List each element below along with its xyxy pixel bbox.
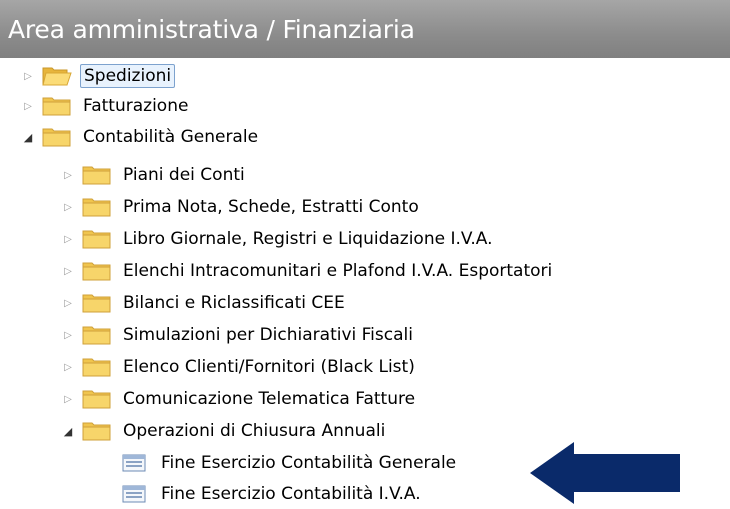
- tree-item-label: Bilanci e Riclassificati CEE: [123, 293, 345, 313]
- tree-item-label: Piani dei Conti: [123, 165, 245, 185]
- folder-icon: [82, 324, 112, 346]
- tree-item-prima-nota[interactable]: ▷ Prima Nota, Schede, Estratti Conto: [60, 192, 422, 222]
- tree-item-label: Elenco Clienti/Fornitori (Black List): [123, 357, 415, 377]
- expand-arrow-icon[interactable]: ▷: [60, 391, 76, 407]
- form-icon: [122, 484, 146, 504]
- collapse-arrow-icon[interactable]: ◢: [60, 423, 76, 439]
- tree-item-label: Comunicazione Telematica Fatture: [123, 389, 416, 409]
- tree-item-libro-giornale[interactable]: ▷ Libro Giornale, Registri e Liquidazion…: [60, 224, 495, 254]
- folder-icon: [82, 292, 112, 314]
- folder-icon: [82, 388, 112, 410]
- expand-arrow-icon[interactable]: ▷: [60, 295, 76, 311]
- navigation-tree: ▷ Spedizioni ▷ Fatturazione ◢ Contabilit: [0, 0, 730, 508]
- tree-item-operazioni-chiusura[interactable]: ◢ Operazioni di Chiusura Annuali: [60, 416, 388, 446]
- expand-arrow-icon[interactable]: ▷: [60, 231, 76, 247]
- tree-item-label: Fine Esercizio Contabilità Generale: [161, 453, 457, 473]
- tree-item-label: Fatturazione: [83, 96, 189, 116]
- tree-item-piani-dei-conti[interactable]: ▷ Piani dei Conti: [60, 160, 248, 190]
- expand-arrow-icon[interactable]: ▷: [60, 327, 76, 343]
- tree-item-contabilita-generale[interactable]: ◢ Contabilità Generale: [20, 122, 261, 152]
- tree-item-spedizioni[interactable]: ▷ Spedizioni: [20, 61, 176, 91]
- folder-icon: [82, 260, 112, 282]
- folder-icon: [82, 420, 112, 442]
- folder-icon: [42, 95, 72, 117]
- tree-item-label: Operazioni di Chiusura Annuali: [123, 421, 386, 441]
- left-pointing-arrow-icon: [530, 442, 682, 508]
- tree-item-elenchi-intracomunitari[interactable]: ▷ Elenchi Intracomunitari e Plafond I.V.…: [60, 256, 555, 286]
- form-icon: [122, 453, 146, 473]
- expand-arrow-icon[interactable]: ▷: [60, 359, 76, 375]
- tree-item-simulazioni[interactable]: ▷ Simulazioni per Dichiarativi Fiscali: [60, 320, 416, 350]
- open-folder-icon: [42, 65, 72, 87]
- folder-icon: [82, 356, 112, 378]
- tree-item-comunicazione-telematica[interactable]: ▷ Comunicazione Telematica Fatture: [60, 384, 418, 414]
- tree-item-elenco-clienti[interactable]: ▷ Elenco Clienti/Fornitori (Black List): [60, 352, 418, 382]
- folder-icon: [42, 126, 72, 148]
- tree-item-label: Simulazioni per Dichiarativi Fiscali: [123, 325, 413, 345]
- tree-item-label: Fine Esercizio Contabilità I.V.A.: [161, 484, 421, 504]
- tree-item-bilanci[interactable]: ▷ Bilanci e Riclassificati CEE: [60, 288, 348, 318]
- expand-arrow-icon[interactable]: ▷: [20, 98, 36, 114]
- tree-item-label: Spedizioni: [80, 64, 176, 88]
- tree-item-label: Elenchi Intracomunitari e Plafond I.V.A.…: [123, 261, 553, 281]
- tree-item-fine-esercizio-generale[interactable]: Fine Esercizio Contabilità Generale: [122, 448, 459, 478]
- tree-item-fatturazione[interactable]: ▷ Fatturazione: [20, 91, 191, 121]
- folder-icon: [82, 196, 112, 218]
- folder-icon: [82, 228, 112, 250]
- folder-icon: [82, 164, 112, 186]
- tree-item-fine-esercizio-iva[interactable]: Fine Esercizio Contabilità I.V.A.: [122, 479, 424, 509]
- expand-arrow-icon[interactable]: ▷: [60, 263, 76, 279]
- tree-item-label: Libro Giornale, Registri e Liquidazione …: [123, 229, 493, 249]
- expand-arrow-icon[interactable]: ▷: [20, 68, 36, 84]
- tree-item-label: Contabilità Generale: [83, 127, 259, 147]
- tree-item-label: Prima Nota, Schede, Estratti Conto: [123, 197, 419, 217]
- expand-arrow-icon[interactable]: ▷: [60, 199, 76, 215]
- expand-arrow-icon[interactable]: ▷: [60, 167, 76, 183]
- collapse-arrow-icon[interactable]: ◢: [20, 129, 36, 145]
